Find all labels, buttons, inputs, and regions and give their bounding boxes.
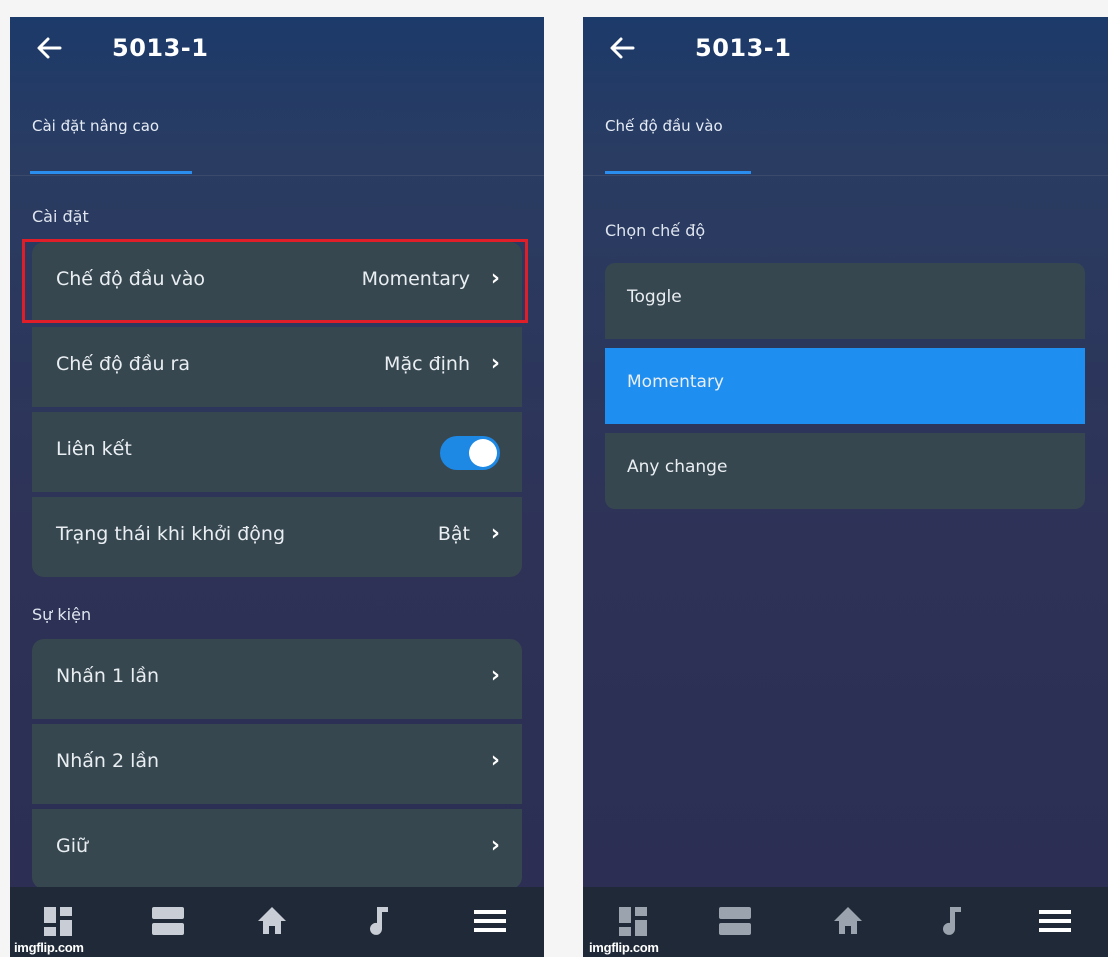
- event-hold[interactable]: Giữ ›: [32, 809, 522, 889]
- option-momentary-selected[interactable]: Momentary: [605, 348, 1085, 424]
- setting-label: Chế độ đầu ra: [56, 353, 191, 375]
- option-label: Any change: [627, 457, 728, 477]
- setting-label: Trạng thái khi khởi động: [56, 523, 286, 545]
- page-title: 5013-1: [695, 34, 792, 62]
- chevron-right-icon: ›: [490, 833, 500, 858]
- watermark: imgflip.com: [14, 940, 84, 955]
- event-press-twice[interactable]: Nhấn 2 lần ›: [32, 724, 522, 804]
- list-icon[interactable]: [148, 901, 194, 941]
- chevron-right-icon: ›: [490, 521, 500, 546]
- toggle-knob: [469, 439, 497, 467]
- event-label: Nhấn 1 lần: [56, 665, 160, 687]
- chevron-right-icon: ›: [490, 351, 500, 376]
- back-arrow-icon[interactable]: [32, 31, 72, 67]
- screen-advanced-settings: 5013-1 Cài đặt nâng cao Cài đặt Chế độ đ…: [10, 17, 544, 957]
- tab-indicator: [605, 171, 751, 174]
- option-label: Momentary: [627, 372, 724, 392]
- app-bar: 5013-1: [10, 17, 544, 81]
- section-title-choose-mode: Chọn chế độ: [605, 221, 706, 240]
- home-icon[interactable]: [252, 901, 298, 941]
- setting-output-mode[interactable]: Chế độ đầu ra Mặc định ›: [32, 327, 522, 407]
- menu-icon[interactable]: [470, 901, 516, 941]
- tab-bar: Chế độ đầu vào: [583, 113, 1108, 175]
- tab-bar: Cài đặt nâng cao: [10, 113, 544, 175]
- tab-indicator: [30, 171, 192, 174]
- option-toggle[interactable]: Toggle: [605, 263, 1085, 339]
- watermark: imgflip.com: [589, 940, 659, 955]
- tab-input-mode[interactable]: Chế độ đầu vào: [605, 117, 723, 135]
- list-icon[interactable]: [715, 901, 761, 941]
- option-label: Toggle: [627, 287, 682, 307]
- bottom-navigation: [583, 887, 1108, 957]
- back-arrow-icon[interactable]: [605, 31, 645, 67]
- tab-advanced-settings[interactable]: Cài đặt nâng cao: [32, 117, 159, 135]
- divider: [583, 175, 1108, 176]
- divider: [10, 175, 544, 176]
- dashboard-icon[interactable]: [613, 901, 659, 941]
- chevron-right-icon: ›: [490, 663, 500, 688]
- event-press-once[interactable]: Nhấn 1 lần ›: [32, 639, 522, 719]
- dashboard-icon[interactable]: [38, 901, 84, 941]
- link-toggle-switch[interactable]: [440, 436, 500, 470]
- setting-link: Liên kết: [32, 412, 522, 492]
- music-icon[interactable]: [360, 901, 406, 941]
- home-icon[interactable]: [828, 901, 874, 941]
- setting-value: Bật: [437, 523, 470, 545]
- section-title-events: Sự kiện: [32, 605, 92, 624]
- menu-icon[interactable]: [1035, 901, 1081, 941]
- setting-startup-state[interactable]: Trạng thái khi khởi động Bật ›: [32, 497, 522, 577]
- chevron-right-icon: ›: [490, 748, 500, 773]
- screen-input-mode: 5013-1 Chế độ đầu vào Chọn chế độ Toggle…: [583, 17, 1108, 957]
- page-title: 5013-1: [112, 34, 209, 62]
- highlight-box: [22, 239, 528, 323]
- bottom-navigation: [10, 887, 544, 957]
- setting-label: Liên kết: [56, 438, 132, 460]
- option-any-change[interactable]: Any change: [605, 433, 1085, 509]
- app-bar: 5013-1: [583, 17, 1108, 81]
- setting-value: Mặc định: [384, 353, 470, 375]
- section-title-settings: Cài đặt: [32, 207, 89, 226]
- event-label: Giữ: [56, 835, 89, 857]
- events-card: Nhấn 1 lần › Nhấn 2 lần › Giữ ›: [32, 639, 522, 889]
- event-label: Nhấn 2 lần: [56, 750, 160, 772]
- music-icon[interactable]: [933, 901, 979, 941]
